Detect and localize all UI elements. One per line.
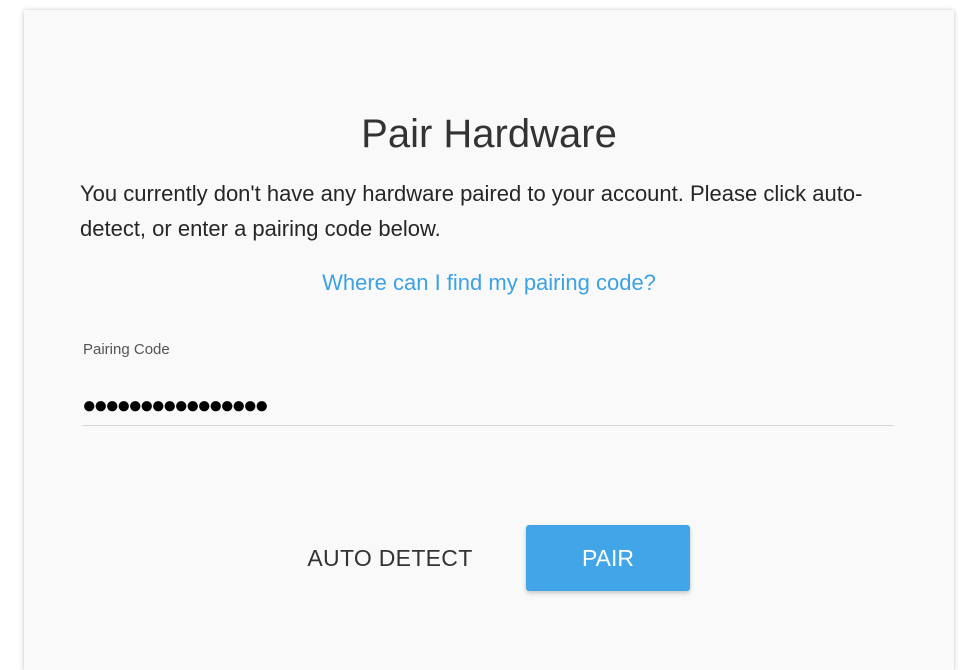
pairing-code-label: Pairing Code <box>83 341 170 358</box>
pairing-code-input[interactable] <box>82 386 894 426</box>
pair-hardware-dialog: Pair Hardware You currently don't have a… <box>24 10 954 670</box>
dialog-description: You currently don't have any hardware pa… <box>80 181 863 241</box>
dialog-title: Pair Hardware <box>361 112 617 156</box>
pairing-code-help-link[interactable]: Where can I find my pairing code? <box>24 268 954 298</box>
pair-button[interactable]: PAIR <box>526 525 690 591</box>
auto-detect-button[interactable]: AUTO DETECT <box>280 526 500 590</box>
